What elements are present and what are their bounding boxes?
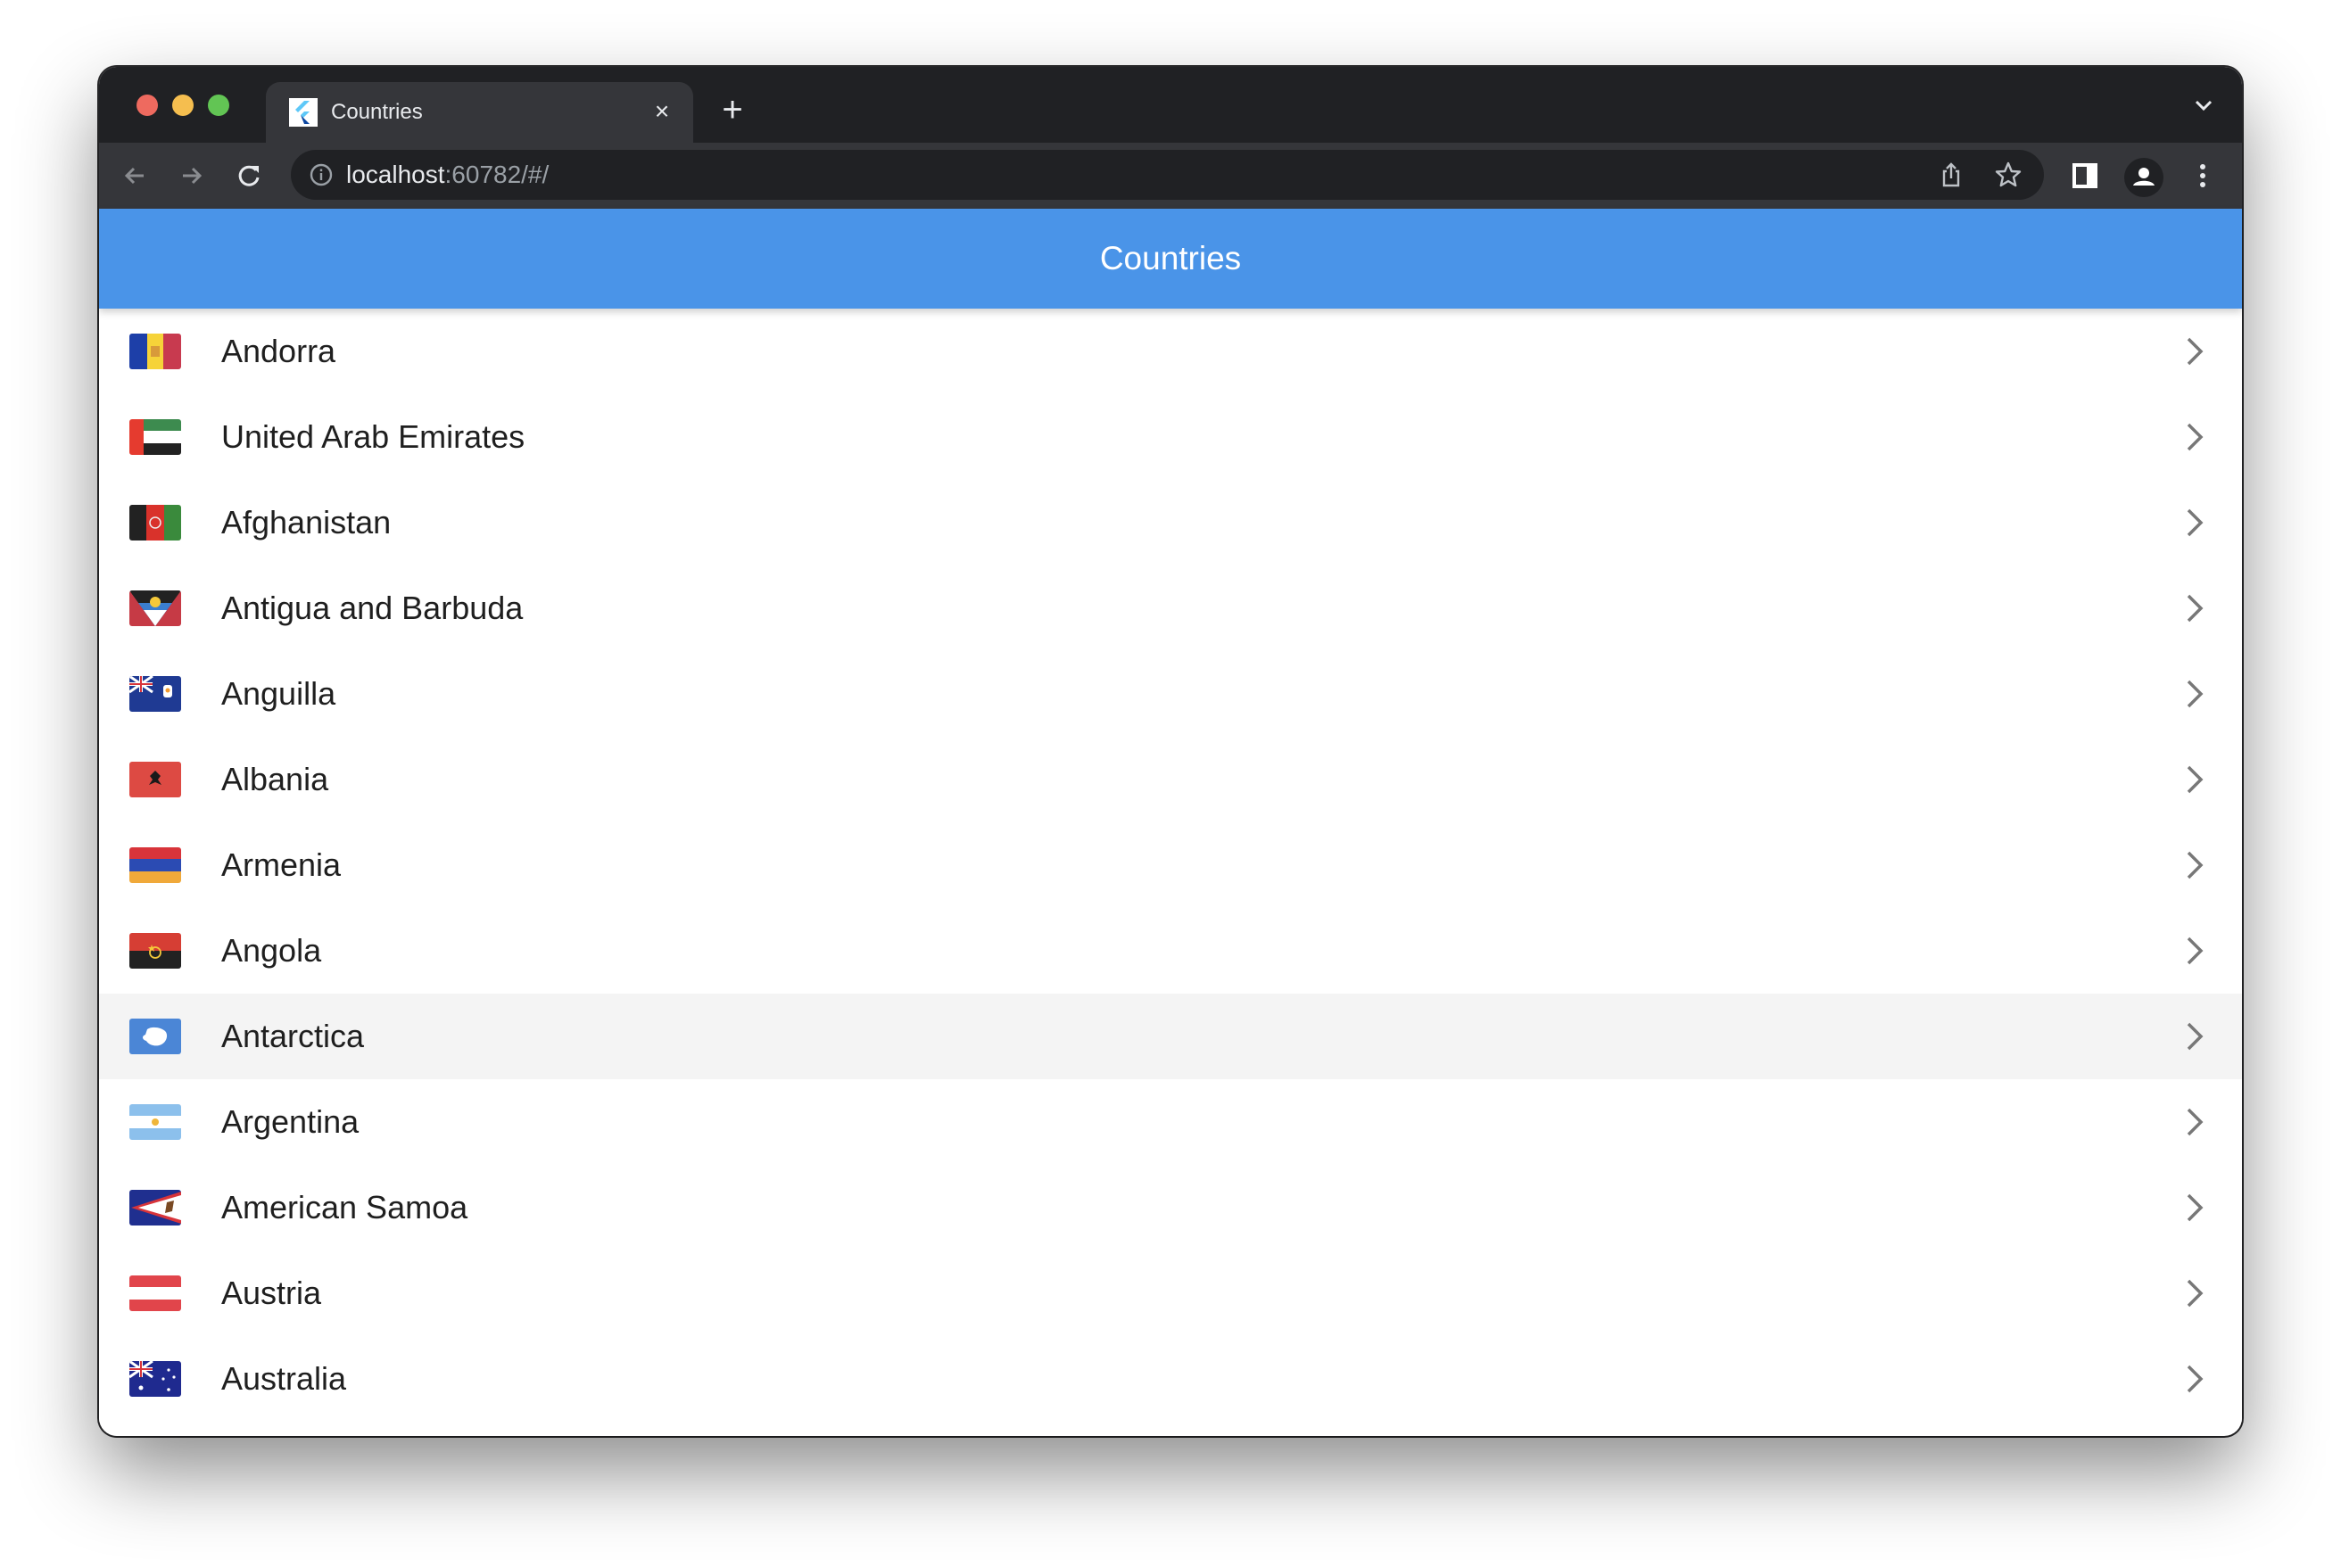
country-name: Armenia bbox=[221, 846, 342, 883]
australia-flag-icon bbox=[129, 1361, 181, 1397]
chevron-right-icon bbox=[2183, 678, 2208, 710]
afghanistan-flag-icon bbox=[129, 505, 181, 541]
country-list-item[interactable]: Argentina bbox=[99, 1079, 2242, 1165]
country-name: Austria bbox=[221, 1275, 322, 1311]
country-name: Anguilla bbox=[221, 675, 336, 712]
browser-toolbar: localhost:60782/#/ bbox=[99, 143, 2242, 209]
tab-close-icon[interactable]: × bbox=[649, 98, 675, 125]
country-name: Afghanistan bbox=[221, 504, 392, 541]
country-list-item[interactable]: Austria bbox=[99, 1250, 2242, 1336]
profile-icon[interactable] bbox=[2124, 158, 2163, 197]
country-list-item[interactable]: Andorra bbox=[99, 309, 2242, 394]
tab-title: Countries bbox=[331, 100, 423, 124]
reload-icon[interactable] bbox=[231, 158, 267, 194]
angola-flag-icon bbox=[129, 933, 181, 969]
chevron-right-icon bbox=[2183, 935, 2208, 967]
address-bar[interactable]: localhost:60782/#/ bbox=[291, 150, 2044, 200]
country-list-item[interactable]: Australia bbox=[99, 1336, 2242, 1422]
antigua-flag-icon bbox=[129, 590, 181, 626]
chevron-right-icon bbox=[2183, 1192, 2208, 1224]
browser-window: Countries × + localhost:60782/#/ Countri… bbox=[99, 67, 2242, 1436]
country-list-item[interactable]: American Samoa bbox=[99, 1165, 2242, 1250]
chevron-right-icon bbox=[2183, 421, 2208, 453]
minimize-window-button[interactable] bbox=[172, 95, 194, 116]
country-name: United Arab Emirates bbox=[221, 418, 525, 455]
country-name: Albania bbox=[221, 761, 329, 797]
page-title: Countries bbox=[1099, 240, 1242, 276]
flutter-favicon-icon bbox=[289, 98, 318, 127]
chevron-right-icon bbox=[2183, 1106, 2208, 1138]
country-list-item[interactable]: Anguilla bbox=[99, 651, 2242, 737]
tab-countries[interactable]: Countries × bbox=[266, 82, 693, 143]
albania-flag-icon bbox=[129, 762, 181, 797]
back-icon[interactable] bbox=[117, 158, 153, 194]
share-icon[interactable] bbox=[1937, 161, 1965, 189]
armenia-flag-icon bbox=[129, 847, 181, 883]
chevron-right-icon bbox=[2183, 1363, 2208, 1395]
argentina-flag-icon bbox=[129, 1104, 181, 1140]
more-menu-icon[interactable] bbox=[2185, 158, 2221, 194]
country-list-item[interactable]: Armenia bbox=[99, 822, 2242, 908]
country-list-item[interactable]: Angola bbox=[99, 908, 2242, 994]
tab-search-chevron-icon[interactable] bbox=[2190, 92, 2217, 119]
app-bar: Countries bbox=[99, 209, 2242, 309]
american-samoa-flag-icon bbox=[129, 1190, 181, 1226]
forward-icon[interactable] bbox=[174, 158, 210, 194]
chevron-right-icon bbox=[2183, 849, 2208, 881]
country-list-item[interactable]: Antigua and Barbuda bbox=[99, 565, 2242, 651]
uae-flag-icon bbox=[129, 419, 181, 455]
country-list-item[interactable]: United Arab Emirates bbox=[99, 394, 2242, 480]
chevron-right-icon bbox=[2183, 507, 2208, 539]
url-text[interactable]: localhost:60782/#/ bbox=[346, 161, 549, 189]
antarctica-flag-icon bbox=[129, 1019, 181, 1054]
andorra-flag-icon bbox=[129, 334, 181, 369]
country-list-item[interactable]: Albania bbox=[99, 737, 2242, 822]
info-icon[interactable] bbox=[309, 162, 334, 187]
country-list-item[interactable]: Antarctica bbox=[99, 994, 2242, 1079]
country-name: Antarctica bbox=[221, 1018, 365, 1054]
country-list: Andorra United Arab Emirates Afghanistan An… bbox=[99, 309, 2242, 1422]
new-tab-button[interactable]: + bbox=[715, 92, 750, 129]
country-name: Argentina bbox=[221, 1103, 360, 1140]
chevron-right-icon bbox=[2183, 592, 2208, 624]
country-list-item[interactable]: Afghanistan bbox=[99, 480, 2242, 565]
country-name: Andorra bbox=[221, 333, 336, 369]
country-name: Antigua and Barbuda bbox=[221, 590, 524, 626]
side-panel-icon[interactable] bbox=[2067, 158, 2103, 194]
country-name: Angola bbox=[221, 932, 322, 969]
close-window-button[interactable] bbox=[136, 95, 158, 116]
chevron-right-icon bbox=[2183, 335, 2208, 367]
chevron-right-icon bbox=[2183, 1277, 2208, 1309]
url-path: :60782/#/ bbox=[444, 161, 550, 188]
chevron-right-icon bbox=[2183, 1020, 2208, 1052]
zoom-window-button[interactable] bbox=[208, 95, 229, 116]
country-name: Australia bbox=[221, 1360, 347, 1397]
anguilla-flag-icon bbox=[129, 676, 181, 712]
austria-flag-icon bbox=[129, 1275, 181, 1311]
bookmark-star-icon[interactable] bbox=[1994, 161, 2023, 189]
tab-strip: Countries × + bbox=[99, 67, 2242, 143]
url-host: localhost bbox=[346, 161, 445, 188]
country-name: American Samoa bbox=[221, 1189, 468, 1226]
chevron-right-icon bbox=[2183, 763, 2208, 796]
